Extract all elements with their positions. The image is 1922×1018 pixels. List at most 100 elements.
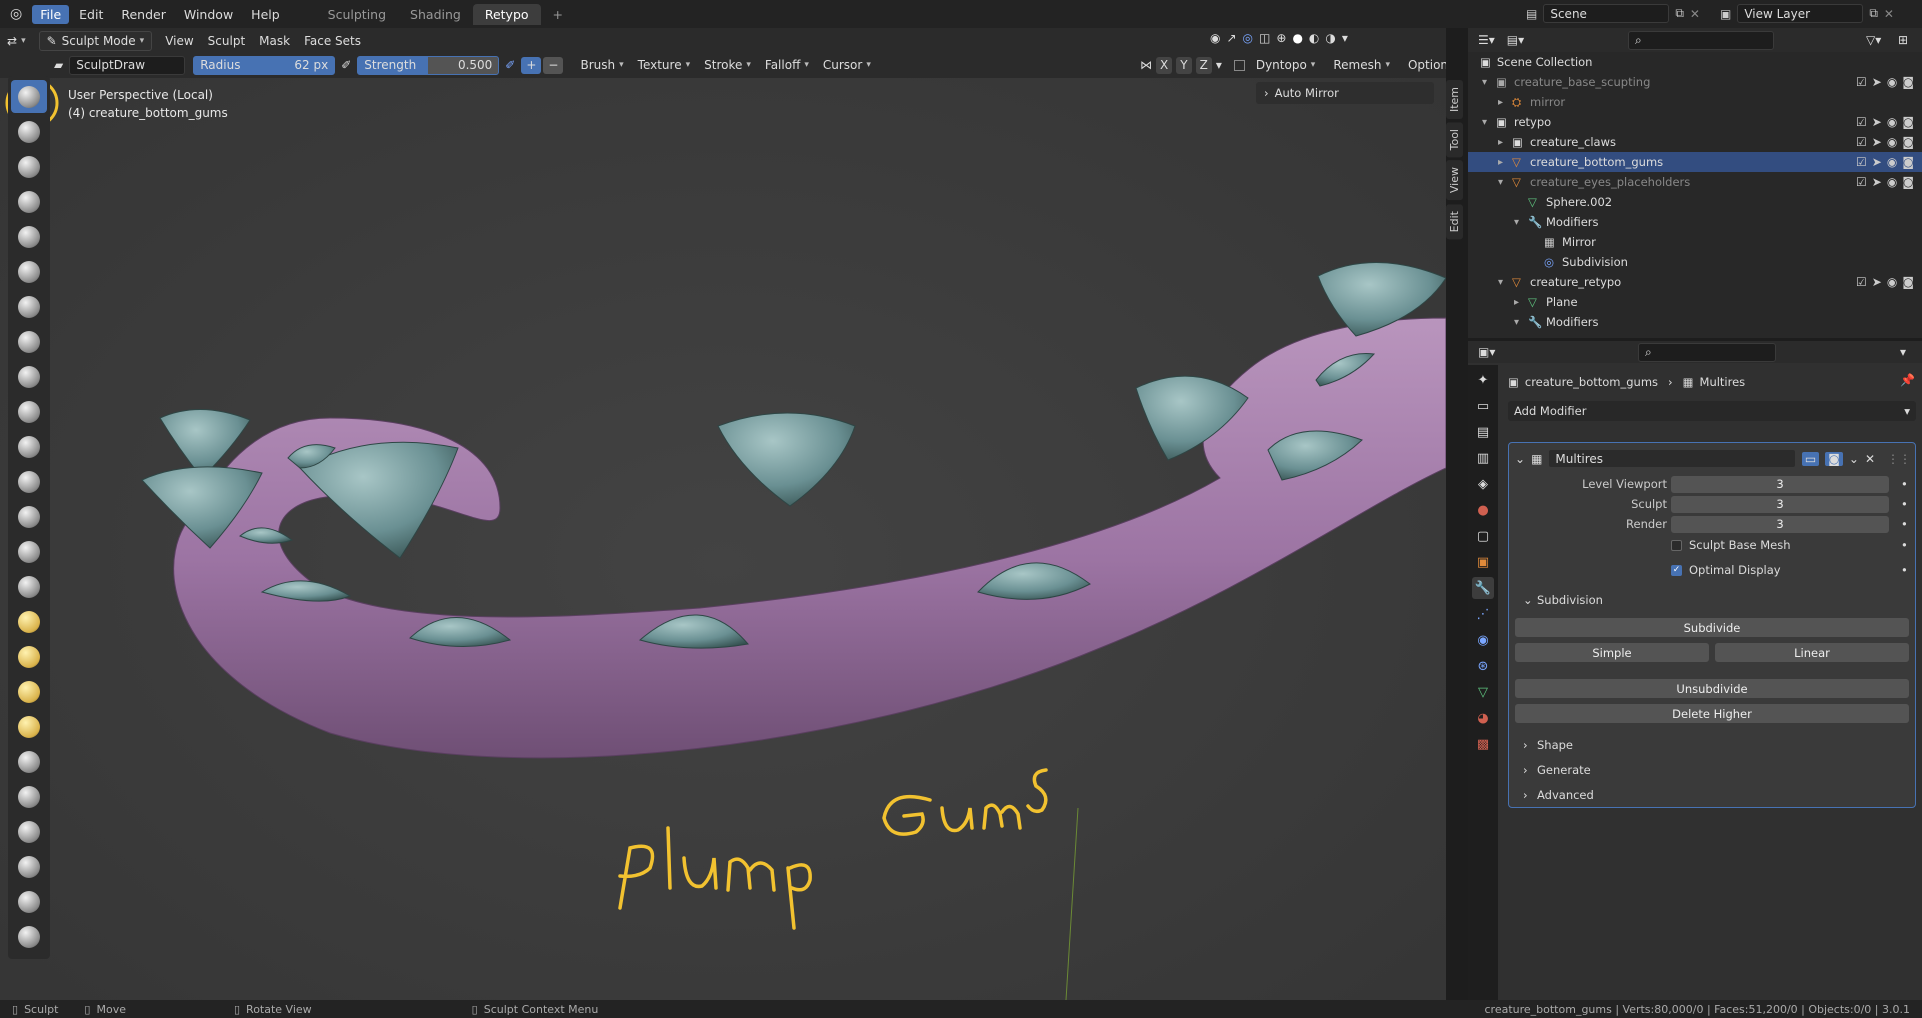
draw-brush-tool[interactable] bbox=[11, 80, 47, 113]
menu-help[interactable]: Help bbox=[243, 5, 288, 24]
view-layer-icon[interactable]: ▣ bbox=[1720, 7, 1731, 21]
scene-close-icon[interactable]: ✕ bbox=[1690, 7, 1700, 21]
camera-icon[interactable]: ◙ bbox=[1902, 115, 1914, 129]
sculpt-level-field[interactable]: 3 bbox=[1671, 495, 1889, 513]
menu-brush[interactable]: Brush ▾ bbox=[573, 55, 630, 75]
tab-item[interactable]: Item bbox=[1446, 80, 1463, 120]
outliner-search[interactable]: ⌕ bbox=[1628, 30, 1774, 50]
properties-options-icon[interactable]: ▾ bbox=[1900, 345, 1906, 359]
outliner-row[interactable]: ▾ ▣ retypo ☑ ➤ ◉ ◙ bbox=[1468, 112, 1922, 132]
generate-subpanel-header[interactable]: › Generate bbox=[1509, 761, 1917, 779]
menu-file[interactable]: File bbox=[32, 4, 70, 24]
outliner-row[interactable]: ▸ ▽ Plane bbox=[1468, 292, 1922, 312]
menu-render[interactable]: Render bbox=[113, 5, 174, 24]
clay-thumb-tool[interactable] bbox=[11, 220, 47, 253]
mirror-x-toggle[interactable]: X bbox=[1156, 56, 1173, 74]
auto-mirror-panel[interactable]: › Auto Mirror bbox=[1256, 82, 1434, 104]
snake-hook-tool[interactable] bbox=[11, 675, 47, 708]
select-icon[interactable]: ➤ bbox=[1872, 135, 1882, 149]
expand-arrow-icon[interactable]: ▾ bbox=[1482, 77, 1487, 88]
modifier-tab-icon[interactable]: 🔧 bbox=[1472, 577, 1494, 599]
visibility-icon[interactable]: ◉ bbox=[1210, 31, 1220, 45]
checkbox-icon[interactable]: ☑ bbox=[1856, 175, 1867, 189]
brush-name-field[interactable]: SculptDraw bbox=[69, 55, 186, 75]
outliner-row-scene-collection[interactable]: ▣ Scene Collection bbox=[1468, 52, 1922, 72]
outliner-row[interactable]: ◎ Subdivision bbox=[1468, 252, 1922, 272]
collapse-chevron-icon[interactable]: ⌄ bbox=[1515, 452, 1525, 466]
select-icon[interactable]: ➤ bbox=[1872, 275, 1882, 289]
menu-dyntopo[interactable]: Dyntopo ▾ bbox=[1249, 55, 1322, 75]
optimal-display-row[interactable]: ✓ Optimal Display • bbox=[1509, 561, 1917, 579]
blender-logo-icon[interactable]: ◎ bbox=[10, 6, 22, 22]
tab-edit[interactable]: Edit bbox=[1446, 203, 1463, 239]
fill-tool[interactable] bbox=[11, 465, 47, 498]
menu-view[interactable]: View bbox=[158, 31, 200, 51]
checkbox-icon[interactable]: ☑ bbox=[1856, 115, 1867, 129]
inflate-tool[interactable] bbox=[11, 290, 47, 323]
thumb-tool[interactable] bbox=[11, 710, 47, 743]
expand-arrow-icon[interactable]: ▾ bbox=[1514, 317, 1519, 328]
linear-button[interactable]: Linear bbox=[1715, 643, 1909, 662]
menu-cursor[interactable]: Cursor ▾ bbox=[816, 55, 878, 75]
material-tab-icon[interactable]: ◕ bbox=[1472, 707, 1494, 729]
menu-falloff[interactable]: Falloff ▾ bbox=[758, 55, 816, 75]
brush-icon[interactable]: ▰ bbox=[54, 58, 63, 72]
keyframe-dot-icon[interactable]: • bbox=[1901, 477, 1908, 491]
keyframe-dot-icon[interactable]: • bbox=[1901, 517, 1908, 531]
xray-icon[interactable]: ◫ bbox=[1259, 31, 1270, 45]
sculpt-base-mesh-checkbox[interactable] bbox=[1671, 539, 1682, 551]
nudge-tool[interactable] bbox=[11, 780, 47, 813]
expand-arrow-icon[interactable]: ▾ bbox=[1482, 117, 1487, 128]
render-level-field[interactable]: 3 bbox=[1671, 515, 1889, 533]
eye-icon[interactable]: ◉ bbox=[1887, 115, 1897, 129]
eye-icon[interactable]: ◉ bbox=[1887, 275, 1897, 289]
menu-mask[interactable]: Mask bbox=[252, 31, 297, 51]
grab-tool[interactable] bbox=[11, 605, 47, 638]
menu-sculpt[interactable]: Sculpt bbox=[201, 31, 252, 51]
eye-icon[interactable]: ◉ bbox=[1887, 75, 1897, 89]
smooth-tool[interactable] bbox=[11, 395, 47, 428]
radius-slider[interactable]: Radius 62 px bbox=[193, 55, 336, 75]
select-icon[interactable]: ➤ bbox=[1872, 175, 1882, 189]
show-render-icon[interactable]: ◙ bbox=[1825, 451, 1843, 466]
outliner-row[interactable]: ▾ ▽ creature_retypo ☑ ➤ ◉ ◙ bbox=[1468, 272, 1922, 292]
particles-tab-icon[interactable]: ⋰ bbox=[1472, 603, 1494, 625]
modifier-dropdown-icon[interactable]: ⌄ bbox=[1849, 452, 1859, 466]
checkbox-icon[interactable]: ☑ bbox=[1856, 75, 1867, 89]
scrape-tool[interactable] bbox=[11, 500, 47, 533]
remove-modifier-icon[interactable]: ✕ bbox=[1865, 452, 1875, 466]
mode-selector[interactable]: ✎ Sculpt Mode ▾ bbox=[38, 31, 153, 51]
3d-viewport[interactable]: ⇄ ▾ ✎ Sculpt Mode ▾ View Sculpt Mask Face … bbox=[0, 28, 1446, 1000]
show-viewport-icon[interactable]: ▭ bbox=[1801, 451, 1820, 466]
outliner-row[interactable]: ▾ 🔧 Modifiers bbox=[1468, 212, 1922, 232]
subdivide-button[interactable]: Subdivide bbox=[1515, 618, 1909, 637]
direction-subtract-button[interactable]: − bbox=[543, 56, 564, 74]
sculpt-base-mesh-row[interactable]: Sculpt Base Mesh • bbox=[1509, 536, 1917, 554]
advanced-subpanel-header[interactable]: › Advanced bbox=[1509, 786, 1917, 804]
blob-tool[interactable] bbox=[11, 325, 47, 358]
expand-arrow-icon[interactable]: ▾ bbox=[1514, 217, 1519, 228]
menu-edit[interactable]: Edit bbox=[71, 5, 111, 24]
menu-window[interactable]: Window bbox=[176, 5, 241, 24]
keyframe-dot-icon[interactable]: • bbox=[1901, 497, 1908, 511]
overlays-icon[interactable]: ◎ bbox=[1243, 31, 1253, 45]
shading-options-icon[interactable]: ▾ bbox=[1342, 31, 1348, 45]
editor-type-button[interactable]: ⇄ ▾ bbox=[0, 31, 33, 51]
data-tab-icon[interactable]: ▽ bbox=[1472, 681, 1494, 703]
scene-field[interactable]: Scene bbox=[1543, 4, 1670, 23]
menu-texture[interactable]: Texture ▾ bbox=[631, 55, 697, 75]
camera-icon[interactable]: ◙ bbox=[1902, 75, 1914, 89]
draw-sharp-tool[interactable] bbox=[11, 115, 47, 148]
texture-tab-icon[interactable]: ▩ bbox=[1472, 733, 1494, 755]
menu-face-sets[interactable]: Face Sets bbox=[297, 31, 368, 51]
select-icon[interactable]: ➤ bbox=[1872, 115, 1882, 129]
collection-tab-icon[interactable]: ▢ bbox=[1472, 525, 1494, 547]
select-icon[interactable]: ➤ bbox=[1872, 155, 1882, 169]
pose-tool[interactable] bbox=[11, 745, 47, 778]
add-modifier-button[interactable]: Add Modifier ▾ bbox=[1508, 401, 1916, 421]
keyframe-dot-icon[interactable]: • bbox=[1901, 538, 1908, 552]
expand-arrow-icon[interactable]: ▸ bbox=[1514, 297, 1519, 308]
gizmo-icon[interactable]: ↗ bbox=[1226, 31, 1236, 45]
rendered-shading-icon[interactable]: ◑ bbox=[1325, 31, 1335, 45]
expand-arrow-icon[interactable]: ▾ bbox=[1498, 177, 1503, 188]
